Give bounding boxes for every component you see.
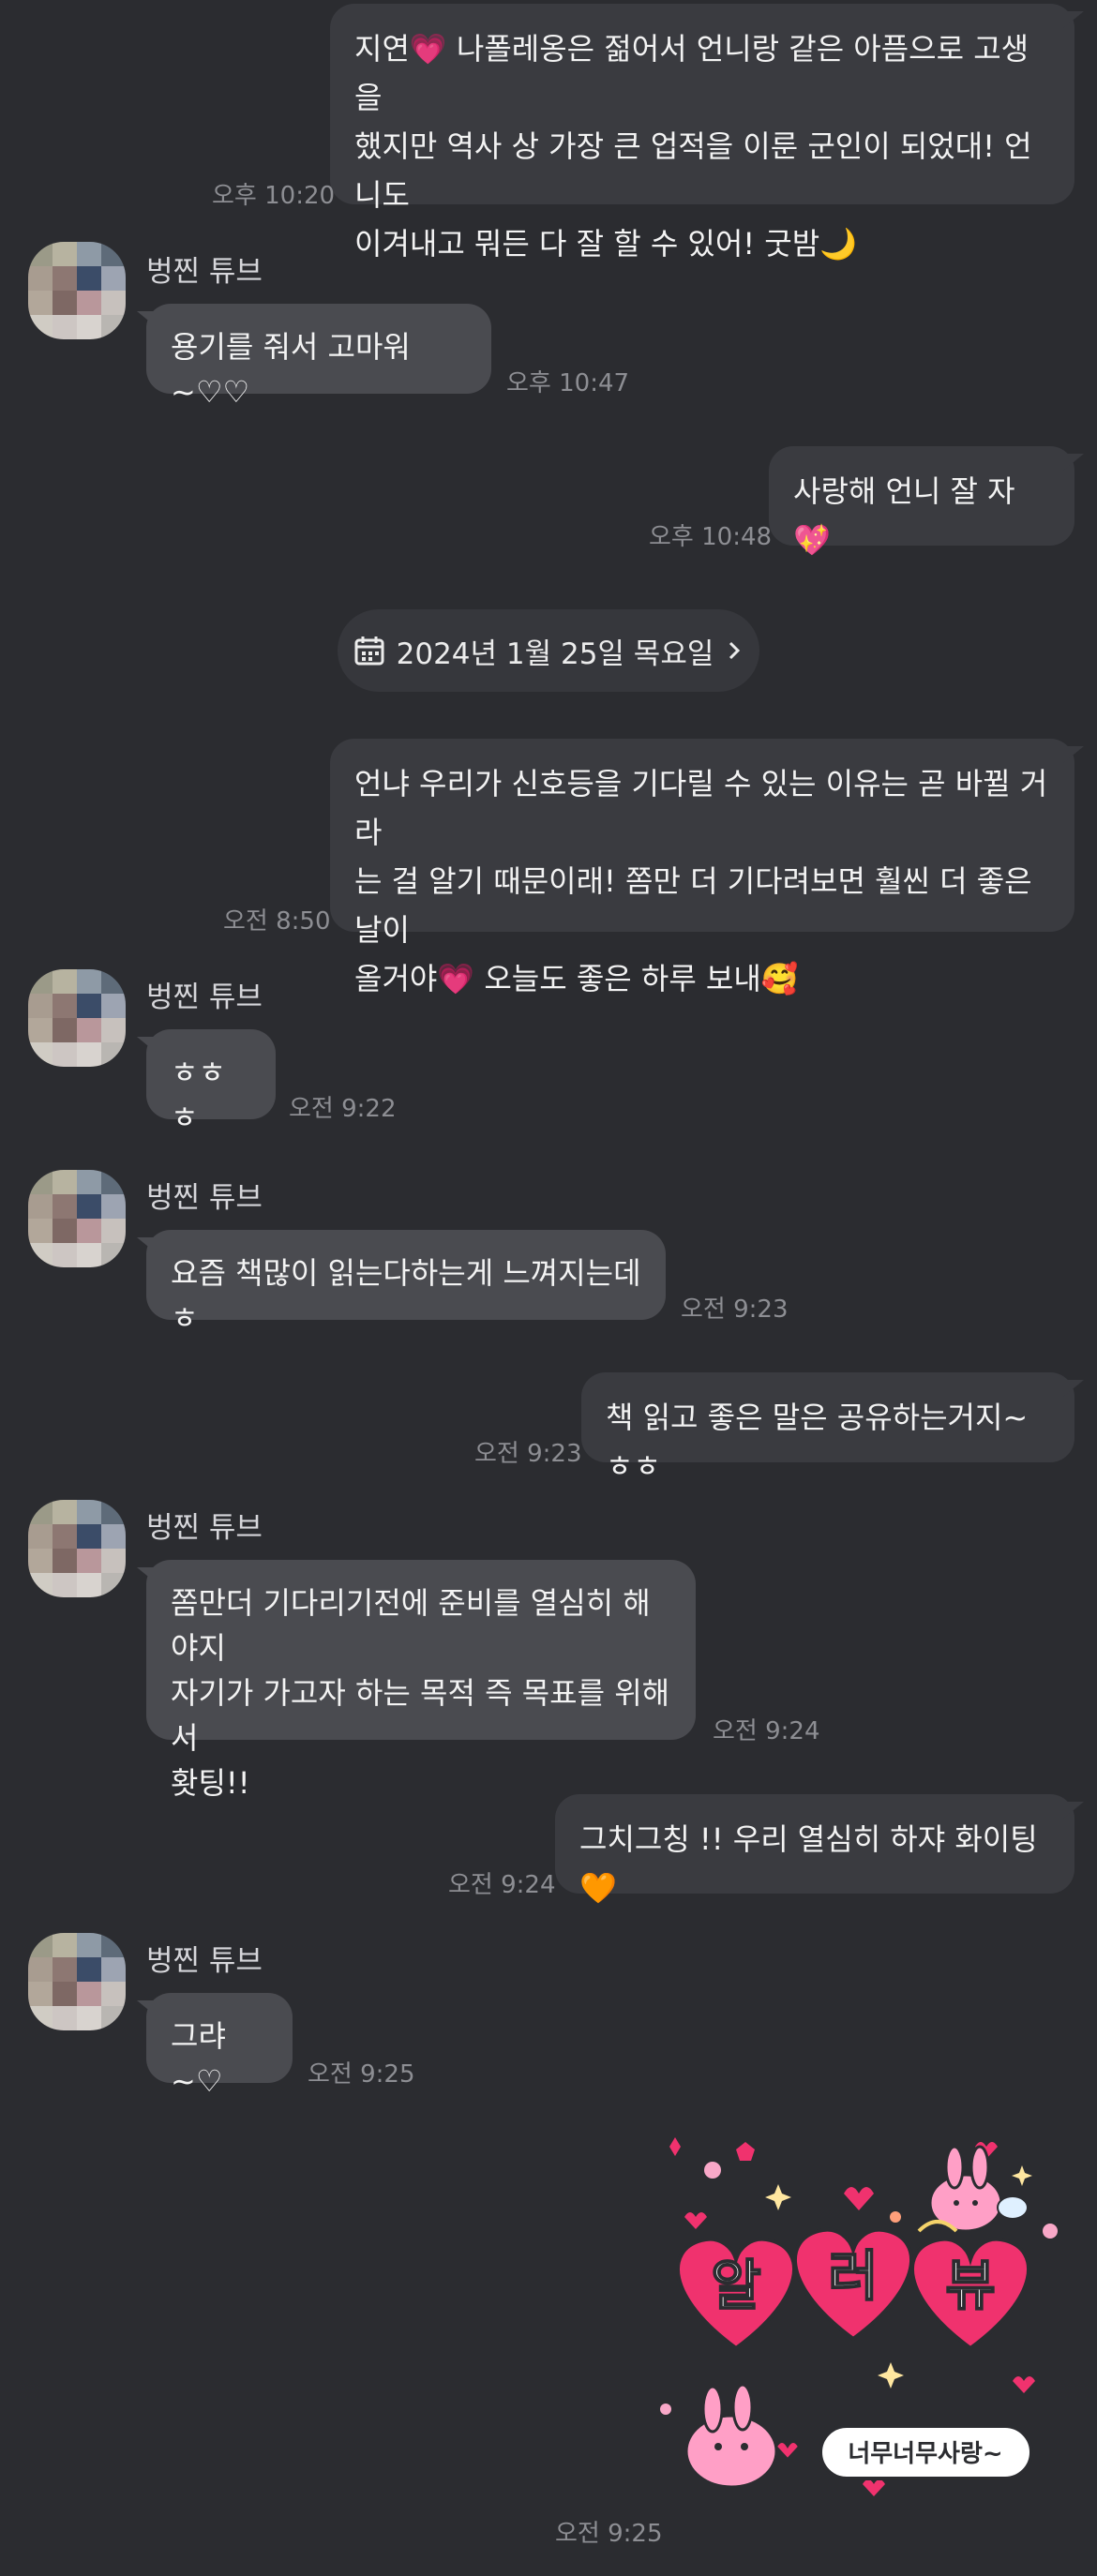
message-bubble-received[interactable]: 용기를 줘서 고마워~♡♡ xyxy=(137,304,491,410)
love-sticker[interactable]: 알 러 뷰 너무너무사랑~ xyxy=(656,2128,1069,2503)
message-bubble-received[interactable]: ㅎㅎㅎ xyxy=(137,1029,276,1135)
contact-avatar[interactable] xyxy=(28,1500,126,1597)
date-divider[interactable]: 2024년 1월 25일 목요일 xyxy=(338,609,759,692)
message-time: 오전 8:50 xyxy=(223,907,331,936)
contact-avatar[interactable] xyxy=(28,242,126,339)
bunny-illustration xyxy=(684,2383,801,2489)
message-bubble-received[interactable]: 요즘 책많이 읽는다하는게 느껴지는데ㅎ xyxy=(137,1230,666,1336)
message-time: 오후 10:48 xyxy=(649,523,773,551)
message-time: 오후 10:20 xyxy=(212,182,336,210)
contact-avatar[interactable] xyxy=(28,969,126,1067)
date-label: 2024년 1월 25일 목요일 xyxy=(396,637,714,671)
chevron-right-icon xyxy=(729,641,741,660)
message-bubble-received[interactable]: 그랴~♡ xyxy=(137,1993,293,2099)
message-time: 오전 9:24 xyxy=(448,1871,556,1899)
sticker-caption: 너무너무사랑~ xyxy=(848,2440,1002,2468)
sticker-word-3: 뷰 xyxy=(945,2254,995,2317)
contact-name: 벙찐 튜브 xyxy=(146,1944,263,1978)
contact-avatar[interactable] xyxy=(28,1933,126,2030)
contact-avatar[interactable] xyxy=(28,1170,126,1267)
message-time: 오전 9:22 xyxy=(289,1095,397,1123)
message-bubble-sent[interactable]: 언냐 우리가 신호등을 기다릴 수 있는 이유는 곧 바뀔 거라 는 걸 알기 … xyxy=(330,739,1084,996)
message-time: 오전 9:24 xyxy=(713,1717,820,1745)
message-bubble-sent[interactable]: 그치그칭 !! 우리 열심히 하쟈 화이팅🧡 xyxy=(555,1794,1084,1906)
message-time: 오후 10:47 xyxy=(506,369,630,397)
calendar-icon xyxy=(354,637,384,666)
sticker-word-1: 알 xyxy=(711,2254,760,2317)
bunny-cupid-illustration xyxy=(917,2145,1029,2233)
message-bubble-sent[interactable]: 사랑해 언니 잘 자💖 xyxy=(769,446,1084,558)
contact-name: 벙찐 튜브 xyxy=(146,981,263,1014)
message-bubble-sent[interactable]: 지연💗 나폴레옹은 젊어서 언니랑 같은 아픔으로 고생을 했지만 역사 상 가… xyxy=(330,4,1084,262)
message-time: 오전 9:25 xyxy=(555,2520,663,2548)
message-time: 오전 9:23 xyxy=(474,1440,582,1468)
sticker-word-2: 러 xyxy=(828,2244,878,2308)
contact-name: 벙찐 튜브 xyxy=(146,1511,263,1545)
message-bubble-sent[interactable]: 책 읽고 좋은 말은 공유하는거지~ㅎㅎ xyxy=(581,1372,1084,1484)
contact-name: 벙찐 튜브 xyxy=(146,1181,263,1215)
contact-name: 벙찐 튜브 xyxy=(146,255,263,289)
message-bubble-received[interactable]: 쫌만더 기다리기전에 준비를 열심히 해야지 자기가 가고자 하는 목적 즉 목… xyxy=(137,1560,696,1801)
message-time: 오전 9:23 xyxy=(681,1295,789,1324)
message-time: 오전 9:25 xyxy=(308,2060,415,2089)
